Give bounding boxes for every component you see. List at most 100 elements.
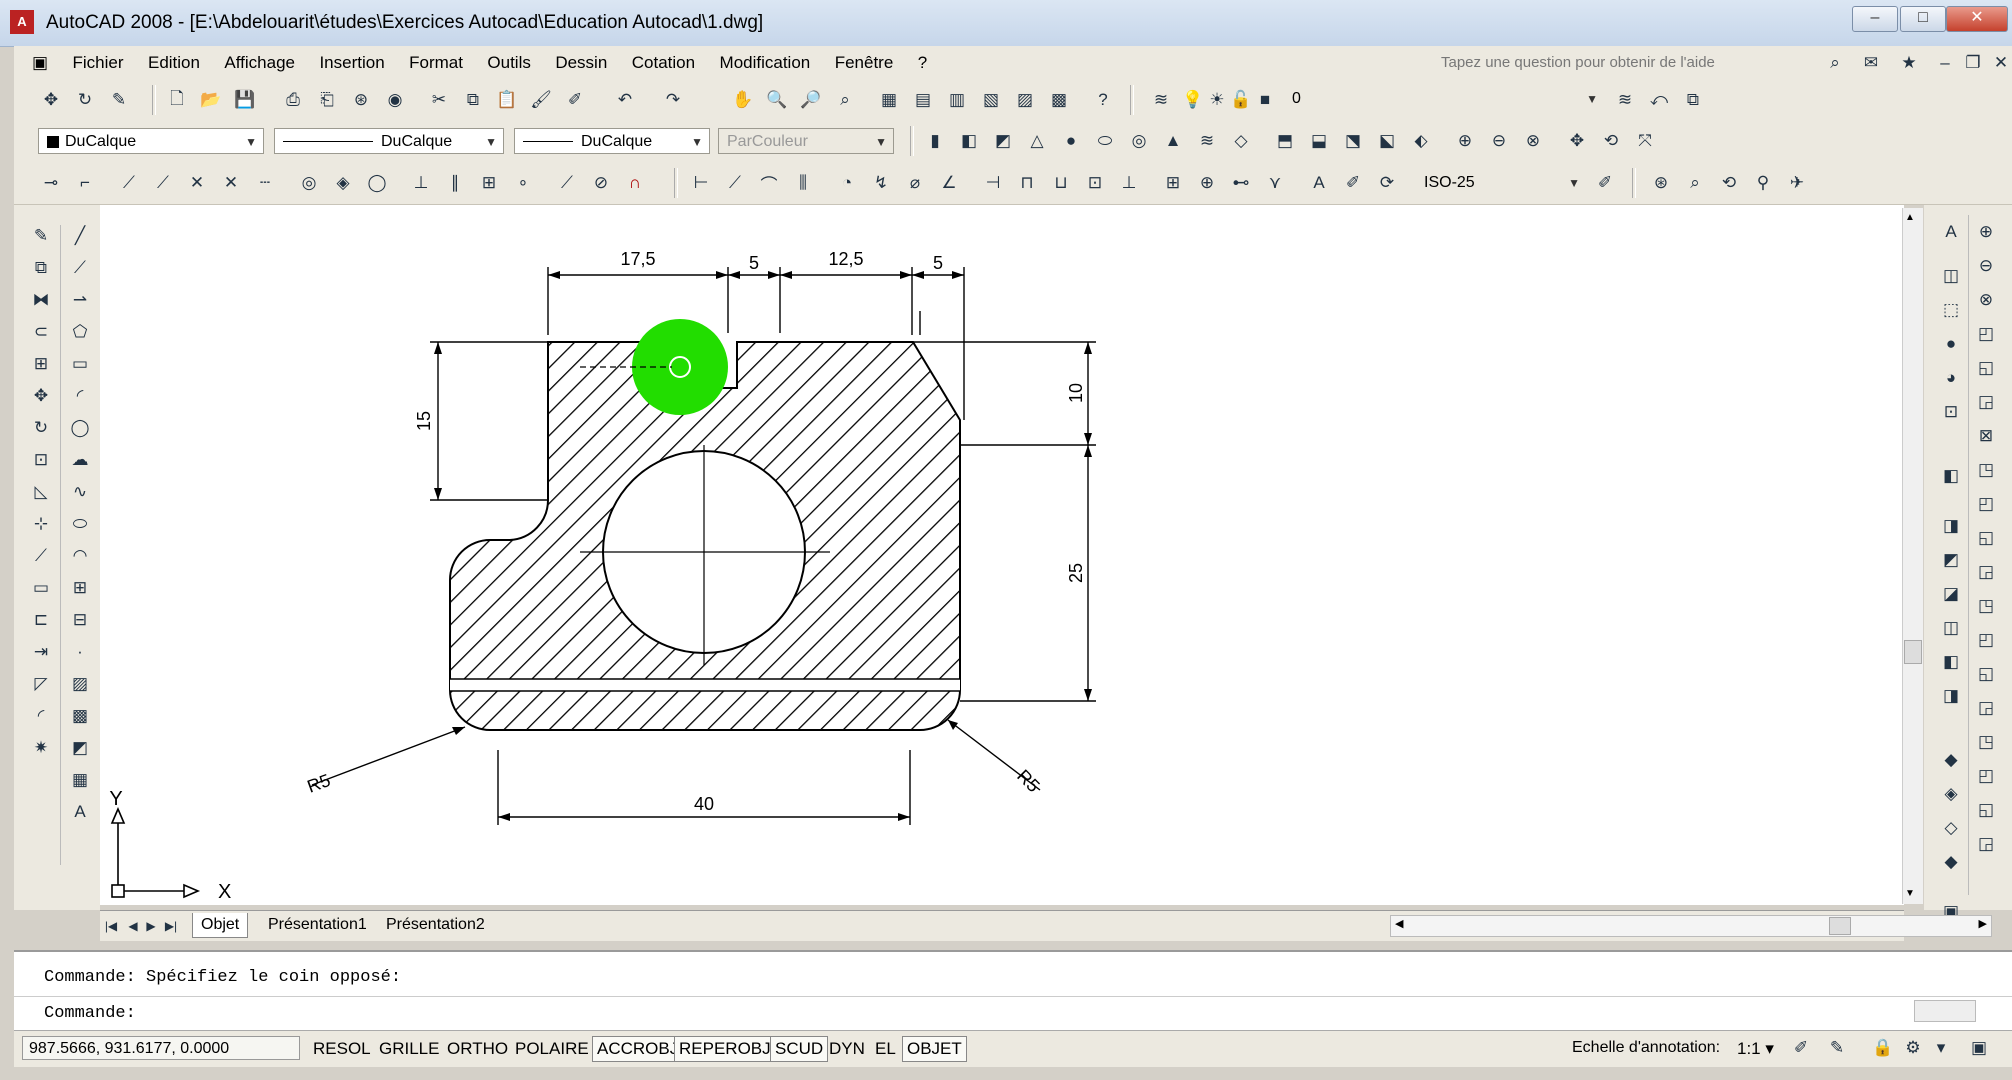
command-line-window[interactable]: Commande: Spécifiez le coin opposé: Comm… xyxy=(14,950,2012,1030)
clean-icon[interactable]: ◲ xyxy=(1975,697,1997,719)
maximize-button[interactable]: □ xyxy=(1900,6,1946,32)
dim-aligned-icon[interactable]: ⟋ xyxy=(724,172,746,194)
construction-line-icon[interactable]: ⟋ xyxy=(69,257,91,279)
dim-update-icon[interactable]: ⟳ xyxy=(1376,172,1398,194)
face-color-icon[interactable]: ◩ xyxy=(1940,549,1962,571)
check-solid-icon[interactable]: ◱ xyxy=(1975,799,1997,821)
design-center-icon[interactable]: ▤ xyxy=(912,89,934,111)
offset-icon[interactable]: ⊂ xyxy=(30,321,52,343)
tab-last-arrow[interactable]: ▶| xyxy=(160,915,182,937)
revision-cloud-icon[interactable]: ☁ xyxy=(69,449,91,471)
offset-faces-icon[interactable]: ◲ xyxy=(1975,391,1997,413)
doc-minimize-button[interactable]: – xyxy=(1934,52,1956,74)
status-dyn-button[interactable]: DYN xyxy=(824,1036,870,1062)
scale-icon[interactable]: ⊡ xyxy=(30,449,52,471)
snap-tangent-icon[interactable]: ◯ xyxy=(366,172,388,194)
snap-extension-icon[interactable]: ┄ xyxy=(254,172,276,194)
hscroll-right-arrow[interactable]: ▶ xyxy=(1979,917,1987,930)
menu-dessin[interactable]: Dessin xyxy=(545,46,617,80)
color-dropdown[interactable]: DuCalque ▼ xyxy=(38,128,264,154)
move-faces-icon[interactable]: ◱ xyxy=(1975,357,1997,379)
dim-baseline-icon[interactable]: ⊓ xyxy=(1016,172,1038,194)
multiline-text-edit-icon[interactable]: A xyxy=(1940,221,1962,243)
multiline-text-icon[interactable]: A xyxy=(69,801,91,823)
status-grille-button[interactable]: GRILLE xyxy=(374,1036,444,1062)
snap-intersection-icon[interactable]: ✕ xyxy=(186,172,208,194)
annotation-scale-dropdown[interactable]: 1:1 ▾ xyxy=(1732,1036,1779,1062)
torus-icon[interactable]: ◎ xyxy=(1128,130,1150,152)
tab-objet[interactable]: Objet xyxy=(192,913,249,938)
erase-icon[interactable]: ✎ xyxy=(30,225,52,247)
new-file-icon[interactable]: 🗋 xyxy=(166,89,188,111)
dim-jogged-icon[interactable]: ↯ xyxy=(870,172,892,194)
layer-states-icon[interactable]: ⧉ xyxy=(1682,89,1704,111)
camera-icon[interactable]: ⊛ xyxy=(1650,172,1672,194)
menu-edition[interactable]: Edition xyxy=(138,46,210,80)
save-icon[interactable]: 💾 xyxy=(234,89,256,111)
arc-icon[interactable]: ◜ xyxy=(69,385,91,407)
zoom-realtime-icon[interactable]: 🔍 xyxy=(766,89,788,111)
command-scrollbar[interactable] xyxy=(1914,1000,1976,1022)
open-folder-icon[interactable]: 📂 xyxy=(200,89,222,111)
rectangle-icon[interactable]: ▭ xyxy=(69,353,91,375)
rotate-icon[interactable]: ↻ xyxy=(74,89,96,111)
cube-icon[interactable]: ◧ xyxy=(958,130,980,152)
status-menu-arrow-icon[interactable]: ▾ xyxy=(1930,1037,1952,1059)
paste-icon[interactable]: 📋 xyxy=(496,89,518,111)
center-mark-icon[interactable]: ⊕ xyxy=(1196,172,1218,194)
zoom-previous-icon[interactable]: ⌕ xyxy=(834,89,856,111)
dim-arc-length-icon[interactable]: ⌒ xyxy=(758,172,780,195)
print-preview-icon[interactable]: ⎗ xyxy=(316,89,338,111)
line-icon[interactable]: ╱ xyxy=(69,225,91,247)
walk-icon[interactable]: ⚲ xyxy=(1752,172,1774,194)
subtract-icon[interactable]: ⊖ xyxy=(1488,130,1510,152)
polygon-icon[interactable]: ⬠ xyxy=(69,321,91,343)
scroll-thumb[interactable] xyxy=(1904,640,1922,664)
intersect-icon[interactable]: ⊗ xyxy=(1522,130,1544,152)
status-polaire-button[interactable]: POLAIRE xyxy=(510,1036,594,1062)
dim-space-icon[interactable]: ⊡ xyxy=(1084,172,1106,194)
chamfer-icon[interactable]: ◸ xyxy=(30,673,52,695)
snap-apparent-intersection-icon[interactable]: ✕ xyxy=(220,172,242,194)
clean-screen-icon[interactable]: ▣ xyxy=(1968,1037,1990,1059)
intersect-solid-icon[interactable]: ⊗ xyxy=(1975,289,1997,311)
sweep-icon[interactable]: ⬔ xyxy=(1342,130,1364,152)
stretch-icon[interactable]: ◺ xyxy=(30,481,52,503)
trim-icon[interactable]: ⊹ xyxy=(30,513,52,535)
polyline-icon[interactable]: ⇀ xyxy=(69,289,91,311)
snap-from-icon[interactable]: ⌐ xyxy=(74,172,96,194)
hscroll-thumb[interactable] xyxy=(1829,917,1851,935)
dim-ordinate-icon[interactable]: ⫼ xyxy=(792,172,814,194)
coordinates-display[interactable]: 987.5666, 931.6177, 0.0000 xyxy=(22,1036,300,1060)
hatch-icon[interactable]: ▨ xyxy=(69,673,91,695)
face-copy-icon[interactable]: ◧ xyxy=(1940,651,1962,673)
color-edges-icon[interactable]: ◰ xyxy=(1975,629,1997,651)
dim-linear-icon[interactable]: ⊢ xyxy=(690,172,712,194)
status-ortho-button[interactable]: ORTHO xyxy=(442,1036,513,1062)
menu-help[interactable]: ? xyxy=(908,46,937,80)
cone-icon[interactable]: △ xyxy=(1026,130,1048,152)
dim-text-edit-icon[interactable]: ✐ xyxy=(1342,172,1364,194)
match-prop-brush-icon[interactable]: 🖌 xyxy=(530,89,552,111)
join-icon[interactable]: ⇥ xyxy=(30,641,52,663)
slice-icon[interactable]: ◲ xyxy=(1975,833,1997,855)
face-shaded-icon[interactable]: ◪ xyxy=(1940,583,1962,605)
copy-edges-icon[interactable]: ◳ xyxy=(1975,595,1997,617)
binoculars-icon[interactable]: ⌕ xyxy=(1824,52,1846,74)
menu-affichage[interactable]: Affichage xyxy=(214,46,305,80)
delete-faces-icon[interactable]: ⊠ xyxy=(1975,425,1997,447)
tab-presentation1[interactable]: Présentation1 xyxy=(260,913,375,937)
inspection-icon[interactable]: ⊷ xyxy=(1230,172,1252,194)
union-solid-icon[interactable]: ⊕ xyxy=(1975,221,1997,243)
taper-faces-icon[interactable]: ◰ xyxy=(1975,493,1997,515)
menu-modification[interactable]: Modification xyxy=(710,46,821,80)
undo-icon[interactable]: ↶ xyxy=(614,89,636,111)
redo-icon[interactable]: ↷ xyxy=(662,89,684,111)
status-el-button[interactable]: EL xyxy=(870,1036,901,1062)
break-icon[interactable]: ⊏ xyxy=(30,609,52,631)
match-properties-icon[interactable]: ✎ xyxy=(108,89,130,111)
extend-icon[interactable]: ⟋ xyxy=(30,545,52,567)
minimize-button[interactable]: – xyxy=(1852,6,1898,32)
mirror-icon[interactable]: ⧓ xyxy=(30,289,52,311)
presspull-icon[interactable]: ⬓ xyxy=(1308,130,1330,152)
